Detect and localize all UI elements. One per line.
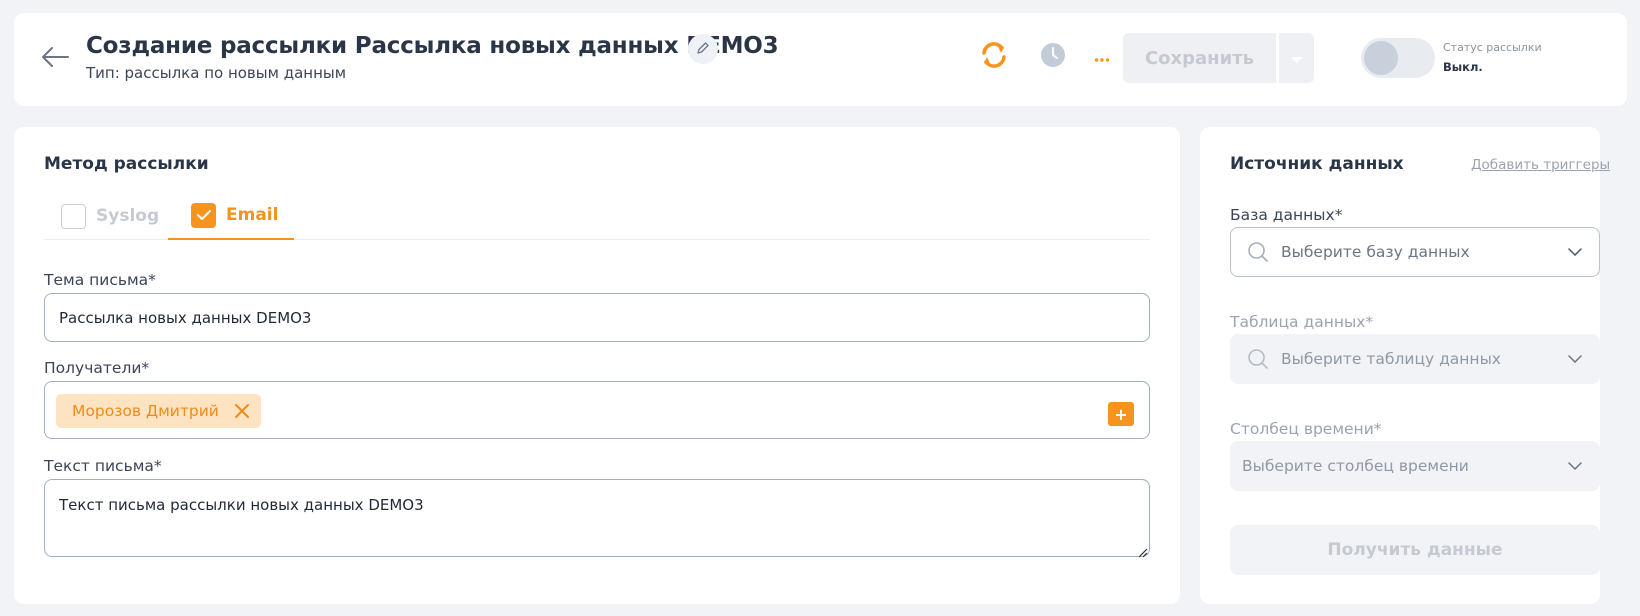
status-label: Статус рассылки	[1443, 41, 1542, 54]
save-button-group: Сохранить	[1123, 33, 1323, 83]
recipient-name: Морозов Дмитрий	[72, 402, 219, 420]
page-title: Создание рассылки Рассылка новых данных …	[86, 33, 779, 59]
add-recipient-button[interactable]: +	[1108, 402, 1134, 426]
get-data-button[interactable]: Получить данные	[1230, 525, 1600, 575]
subject-label: Тема письма*	[44, 271, 156, 289]
chevron-down-icon	[1290, 49, 1304, 68]
remove-recipient-icon[interactable]	[233, 402, 251, 420]
tab-syslog[interactable]: Syslog	[44, 192, 168, 240]
table-select[interactable]: Выберите таблицу данных	[1230, 334, 1600, 384]
email-checkbox[interactable]	[191, 202, 216, 228]
page-header: Создание рассылки Рассылка новых данных …	[14, 13, 1627, 106]
tab-email-label: Email	[226, 205, 279, 225]
schedule-button[interactable]	[1038, 42, 1068, 72]
time-select-placeholder: Выберите столбец времени	[1242, 457, 1469, 475]
syslog-checkbox[interactable]	[61, 203, 86, 229]
db-select[interactable]: Выберите базу данных	[1230, 227, 1600, 277]
table-label: Таблица данных*	[1230, 313, 1374, 331]
resize-handle-icon[interactable]	[1136, 543, 1148, 558]
page-subtitle: Тип: рассылка по новым данным	[86, 64, 347, 82]
more-dots-icon	[1094, 48, 1110, 67]
recipients-label: Получатели*	[44, 359, 150, 377]
chevron-down-icon	[1565, 242, 1585, 262]
time-label: Столбец времени*	[1230, 420, 1382, 438]
time-select[interactable]: Выберите столбец времени	[1230, 441, 1600, 491]
search-icon	[1245, 239, 1271, 265]
tab-email[interactable]: Email	[168, 192, 294, 240]
add-triggers-link[interactable]: Добавить триггеры	[1471, 157, 1610, 173]
more-button[interactable]	[1089, 42, 1115, 72]
method-tabs: Syslog Email	[44, 192, 1150, 240]
status-value: Выкл.	[1443, 60, 1483, 74]
tab-syslog-label: Syslog	[96, 206, 160, 226]
subject-input[interactable]	[44, 293, 1150, 342]
clock-icon	[1040, 42, 1066, 72]
back-arrow-icon[interactable]	[40, 46, 70, 68]
pencil-icon	[696, 40, 710, 59]
db-label: База данных*	[1230, 206, 1343, 224]
status-toggle[interactable]	[1361, 38, 1435, 78]
toggle-knob	[1364, 41, 1398, 75]
db-select-placeholder: Выберите базу данных	[1281, 243, 1470, 261]
edit-title-button[interactable]	[688, 34, 718, 64]
search-icon	[1245, 346, 1271, 372]
datasource-title: Источник данных	[1230, 154, 1404, 174]
recipients-field[interactable]: Морозов Дмитрий +	[44, 381, 1150, 439]
refresh-icon	[979, 40, 1009, 74]
table-select-placeholder: Выберите таблицу данных	[1281, 350, 1501, 368]
save-button[interactable]: Сохранить	[1123, 33, 1276, 83]
method-title: Метод рассылки	[44, 154, 209, 174]
recipient-chip: Морозов Дмитрий	[56, 394, 261, 428]
chevron-down-icon	[1565, 456, 1585, 476]
body-textarea[interactable]: Текст письма рассылки новых данных DEMO3	[44, 479, 1150, 557]
body-label: Текст письма*	[44, 457, 162, 475]
chevron-down-icon	[1565, 349, 1585, 369]
refresh-button[interactable]	[977, 40, 1011, 74]
save-options-button[interactable]	[1278, 33, 1314, 83]
